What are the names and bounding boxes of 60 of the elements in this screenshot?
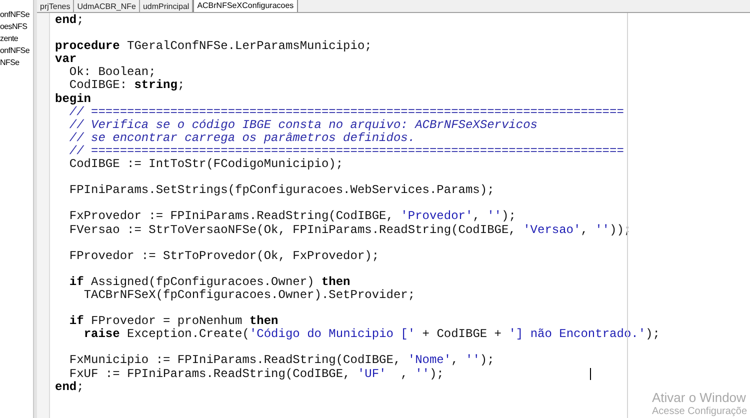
tree-item[interactable]: NFSe xyxy=(0,57,20,69)
code-keyword: var xyxy=(55,52,77,66)
code-string: 'Nome' xyxy=(408,353,452,368)
code-text: TGeralConfNFSe.LerParamsMunicipio; xyxy=(126,39,372,54)
code-keyword: if xyxy=(69,274,84,289)
code-keyword: raise xyxy=(84,327,120,342)
code-text: , xyxy=(451,353,460,368)
code-text: ); xyxy=(646,327,660,342)
tree-item[interactable]: onfNFSe xyxy=(0,9,30,21)
code-comment: // Verifica se o código IBGE consta no arquivo: ACBrNFSeXServicos xyxy=(69,118,538,132)
code-text: + CodIBGE + xyxy=(421,327,503,342)
code-text: ); xyxy=(429,366,444,381)
code-text: ; xyxy=(76,380,84,394)
code-string: 'UF' xyxy=(357,366,386,381)
code-string: '] não Encontrado.' xyxy=(508,327,646,342)
tree-item[interactable]: zente xyxy=(0,33,18,45)
code-text: TACBrNFSeX(fpConfiguracoes.Owner).SetProvider; xyxy=(84,288,416,302)
activation-subtitle: Acesse Configuraçõe xyxy=(652,405,748,418)
code-text: FxMunicipio := FPIniParams.ReadString(CodIBGE, xyxy=(69,353,402,368)
code-text: ); xyxy=(502,209,516,224)
activation-title: Ativar o Window xyxy=(652,390,747,405)
code-text: ; xyxy=(177,78,185,92)
text-cursor xyxy=(590,368,591,380)
code-text: , xyxy=(580,222,589,236)
code-keyword: end xyxy=(55,380,77,394)
code-string: '' xyxy=(415,366,430,381)
code-string: '' xyxy=(595,222,610,236)
code-keyword: end xyxy=(55,13,77,27)
tree-item[interactable]: onfNFSe xyxy=(0,45,30,57)
code-text: FProvedor := StrToProvedor(Ok, FxProvedor); xyxy=(69,248,380,263)
code-text: FVersao := StrToVersaoNFSe(Ok, FPIniParams.ReadString(CodIBGE, xyxy=(69,222,517,236)
code-keyword: procedure xyxy=(55,39,120,54)
code-text: CodIBGE: xyxy=(69,78,128,92)
code-string: 'Provedor' xyxy=(400,209,473,224)
code-keyword: if xyxy=(69,314,84,328)
code-comment: // se encontrar carrega os parâmetros definidos. xyxy=(69,130,416,145)
code-comment: // ========================================================================== xyxy=(69,144,624,158)
code-string: '' xyxy=(487,209,502,224)
code-text: , xyxy=(400,366,409,381)
code-text: Exception.Create( xyxy=(126,327,250,342)
code-text: , xyxy=(472,209,481,224)
code-string: 'Código do Municipio [' xyxy=(249,327,416,342)
code-text: Ok: Boolean; xyxy=(69,65,156,80)
code-string: '' xyxy=(466,353,480,368)
code-text: ); xyxy=(480,353,494,368)
tree-item[interactable]: oesNFS xyxy=(0,21,28,33)
code-keyword: then xyxy=(249,314,278,328)
code-text: FxProvedor := FPIniParams.ReadString(CodIBGE, xyxy=(69,209,394,224)
code-text: Assigned(fpConfiguracoes.Owner) xyxy=(90,274,316,289)
code-text: FxUF := FPIniParams.ReadString(CodIBGE, xyxy=(69,366,352,381)
code-text: FProvedor = proNenhum xyxy=(91,314,242,328)
code-comment: // ========================================================================== xyxy=(69,104,624,119)
code-text: FPIniParams.SetStrings(fpConfiguracoes.WebServices.Params); xyxy=(69,183,494,198)
code-keyword: begin xyxy=(55,92,92,106)
code-text: ; xyxy=(76,13,84,27)
code-string: 'Versao' xyxy=(523,222,581,236)
code-keyword: string xyxy=(134,78,178,92)
code-text: CodIBGE := IntToStr(FCodigoMunicipio); xyxy=(69,157,344,172)
editor-tab[interactable]: ACBrNFSeXConfiguracoes xyxy=(193,0,298,12)
code-keyword: then xyxy=(321,274,350,289)
